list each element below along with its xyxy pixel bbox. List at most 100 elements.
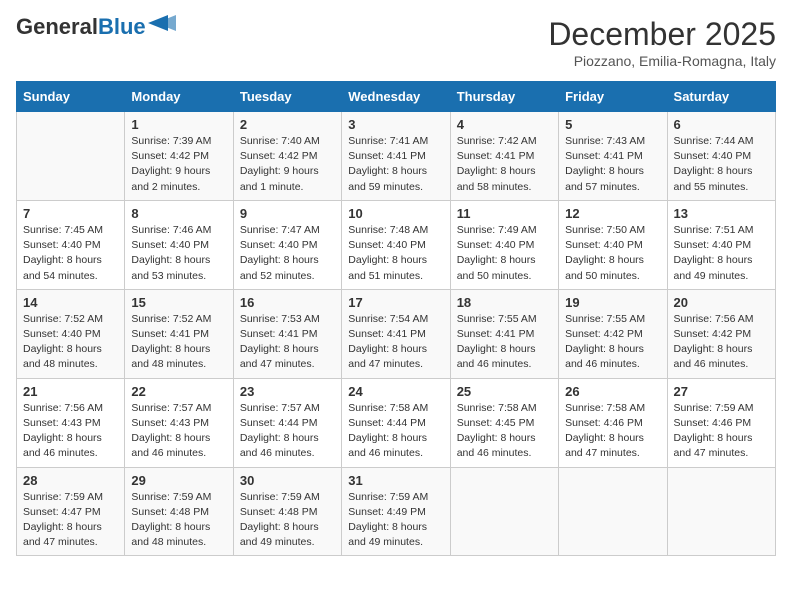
weekday-header-friday: Friday <box>559 82 667 112</box>
day-number: 10 <box>348 206 443 221</box>
calendar-cell: 20 Sunrise: 7:56 AMSunset: 4:42 PMDayligh… <box>667 289 775 378</box>
day-number: 2 <box>240 117 335 132</box>
location-subtitle: Piozzano, Emilia-Romagna, Italy <box>548 53 776 69</box>
day-info: Sunrise: 7:58 AMSunset: 4:46 PMDaylight:… <box>565 401 660 462</box>
day-number: 16 <box>240 295 335 310</box>
calendar-cell: 19 Sunrise: 7:55 AMSunset: 4:42 PMDayligh… <box>559 289 667 378</box>
weekday-header-row: SundayMondayTuesdayWednesdayThursdayFrid… <box>17 82 776 112</box>
day-number: 22 <box>131 384 226 399</box>
day-number: 19 <box>565 295 660 310</box>
day-number: 6 <box>674 117 769 132</box>
calendar-cell <box>559 467 667 556</box>
calendar-cell: 9Sunrise: 7:47 AMSunset: 4:40 PMDaylight… <box>233 200 341 289</box>
weekday-header-tuesday: Tuesday <box>233 82 341 112</box>
day-number: 15 <box>131 295 226 310</box>
day-info: Sunrise: 7:58 AMSunset: 4:45 PMDaylight:… <box>457 401 552 462</box>
calendar-cell: 27Sunrise: 7:59 AMSunset: 4:46 PMDayligh… <box>667 378 775 467</box>
day-number: 24 <box>348 384 443 399</box>
calendar-week-1: 1 Sunrise: 7:39 AMSunset: 4:42 PMDaylight… <box>17 112 776 201</box>
calendar-cell: 23Sunrise: 7:57 AMSunset: 4:44 PMDayligh… <box>233 378 341 467</box>
calendar-cell: 2 Sunrise: 7:40 AMSunset: 4:42 PMDaylight… <box>233 112 341 201</box>
calendar-cell: 25 Sunrise: 7:58 AMSunset: 4:45 PMDayligh… <box>450 378 558 467</box>
day-info: Sunrise: 7:40 AMSunset: 4:42 PMDaylight:… <box>240 134 335 195</box>
day-number: 4 <box>457 117 552 132</box>
day-number: 29 <box>131 473 226 488</box>
weekday-header-monday: Monday <box>125 82 233 112</box>
weekday-header-thursday: Thursday <box>450 82 558 112</box>
calendar-cell: 12 Sunrise: 7:50 AMSunset: 4:40 PMDayligh… <box>559 200 667 289</box>
day-info: Sunrise: 7:59 AMSunset: 4:47 PMDaylight:… <box>23 490 118 551</box>
weekday-header-saturday: Saturday <box>667 82 775 112</box>
day-info: Sunrise: 7:59 AMSunset: 4:48 PMDaylight:… <box>240 490 335 551</box>
weekday-header-wednesday: Wednesday <box>342 82 450 112</box>
day-number: 17 <box>348 295 443 310</box>
day-info: Sunrise: 7:49 AMSunset: 4:40 PMDaylight:… <box>457 223 552 284</box>
day-number: 20 <box>674 295 769 310</box>
calendar-cell: 8 Sunrise: 7:46 AMSunset: 4:40 PMDaylight… <box>125 200 233 289</box>
day-number: 25 <box>457 384 552 399</box>
day-info: Sunrise: 7:55 AMSunset: 4:41 PMDaylight:… <box>457 312 552 373</box>
calendar-week-2: 7 Sunrise: 7:45 AMSunset: 4:40 PMDaylight… <box>17 200 776 289</box>
weekday-header-sunday: Sunday <box>17 82 125 112</box>
calendar-cell: 26 Sunrise: 7:58 AMSunset: 4:46 PMDayligh… <box>559 378 667 467</box>
logo: GeneralBlue <box>16 16 176 38</box>
calendar-cell: 7 Sunrise: 7:45 AMSunset: 4:40 PMDaylight… <box>17 200 125 289</box>
day-info: Sunrise: 7:42 AMSunset: 4:41 PMDaylight:… <box>457 134 552 195</box>
calendar-header: SundayMondayTuesdayWednesdayThursdayFrid… <box>17 82 776 112</box>
calendar-cell <box>450 467 558 556</box>
logo-icon <box>148 15 176 31</box>
day-number: 11 <box>457 206 552 221</box>
day-number: 9 <box>240 206 335 221</box>
day-number: 1 <box>131 117 226 132</box>
day-number: 21 <box>23 384 118 399</box>
day-info: Sunrise: 7:55 AMSunset: 4:42 PMDaylight:… <box>565 312 660 373</box>
calendar-cell: 4 Sunrise: 7:42 AMSunset: 4:41 PMDaylight… <box>450 112 558 201</box>
calendar-cell: 6Sunrise: 7:44 AMSunset: 4:40 PMDaylight… <box>667 112 775 201</box>
day-info: Sunrise: 7:39 AMSunset: 4:42 PMDaylight:… <box>131 134 226 195</box>
day-number: 5 <box>565 117 660 132</box>
calendar-body: 1 Sunrise: 7:39 AMSunset: 4:42 PMDaylight… <box>17 112 776 556</box>
day-number: 13 <box>674 206 769 221</box>
calendar-cell: 13 Sunrise: 7:51 AMSunset: 4:40 PMDayligh… <box>667 200 775 289</box>
day-info: Sunrise: 7:50 AMSunset: 4:40 PMDaylight:… <box>565 223 660 284</box>
day-info: Sunrise: 7:56 AMSunset: 4:43 PMDaylight:… <box>23 401 118 462</box>
calendar-cell: 14Sunrise: 7:52 AMSunset: 4:40 PMDayligh… <box>17 289 125 378</box>
calendar-cell: 15 Sunrise: 7:52 AMSunset: 4:41 PMDayligh… <box>125 289 233 378</box>
day-number: 30 <box>240 473 335 488</box>
day-info: Sunrise: 7:52 AMSunset: 4:41 PMDaylight:… <box>131 312 226 373</box>
calendar-week-3: 14Sunrise: 7:52 AMSunset: 4:40 PMDayligh… <box>17 289 776 378</box>
day-info: Sunrise: 7:41 AMSunset: 4:41 PMDaylight:… <box>348 134 443 195</box>
day-number: 7 <box>23 206 118 221</box>
day-info: Sunrise: 7:56 AMSunset: 4:42 PMDaylight:… <box>674 312 769 373</box>
day-info: Sunrise: 7:57 AMSunset: 4:44 PMDaylight:… <box>240 401 335 462</box>
day-info: Sunrise: 7:54 AMSunset: 4:41 PMDaylight:… <box>348 312 443 373</box>
day-number: 27 <box>674 384 769 399</box>
calendar-cell: 16 Sunrise: 7:53 AMSunset: 4:41 PMDayligh… <box>233 289 341 378</box>
day-number: 28 <box>23 473 118 488</box>
calendar-cell: 29 Sunrise: 7:59 AMSunset: 4:48 PMDayligh… <box>125 467 233 556</box>
day-info: Sunrise: 7:53 AMSunset: 4:41 PMDaylight:… <box>240 312 335 373</box>
calendar-cell: 11 Sunrise: 7:49 AMSunset: 4:40 PMDayligh… <box>450 200 558 289</box>
day-number: 3 <box>348 117 443 132</box>
day-info: Sunrise: 7:48 AMSunset: 4:40 PMDaylight:… <box>348 223 443 284</box>
calendar-table: SundayMondayTuesdayWednesdayThursdayFrid… <box>16 81 776 556</box>
day-info: Sunrise: 7:58 AMSunset: 4:44 PMDaylight:… <box>348 401 443 462</box>
day-info: Sunrise: 7:57 AMSunset: 4:43 PMDaylight:… <box>131 401 226 462</box>
day-info: Sunrise: 7:43 AMSunset: 4:41 PMDaylight:… <box>565 134 660 195</box>
calendar-cell: 3 Sunrise: 7:41 AMSunset: 4:41 PMDaylight… <box>342 112 450 201</box>
calendar-cell: 21 Sunrise: 7:56 AMSunset: 4:43 PMDayligh… <box>17 378 125 467</box>
day-number: 26 <box>565 384 660 399</box>
calendar-cell: 1 Sunrise: 7:39 AMSunset: 4:42 PMDaylight… <box>125 112 233 201</box>
day-info: Sunrise: 7:59 AMSunset: 4:48 PMDaylight:… <box>131 490 226 551</box>
logo-text: GeneralBlue <box>16 16 146 38</box>
day-info: Sunrise: 7:45 AMSunset: 4:40 PMDaylight:… <box>23 223 118 284</box>
day-number: 18 <box>457 295 552 310</box>
calendar-cell <box>667 467 775 556</box>
page-header: GeneralBlue December 2025 Piozzano, Emil… <box>16 16 776 69</box>
day-info: Sunrise: 7:46 AMSunset: 4:40 PMDaylight:… <box>131 223 226 284</box>
title-area: December 2025 Piozzano, Emilia-Romagna, … <box>548 16 776 69</box>
day-number: 31 <box>348 473 443 488</box>
day-number: 12 <box>565 206 660 221</box>
day-number: 8 <box>131 206 226 221</box>
day-info: Sunrise: 7:51 AMSunset: 4:40 PMDaylight:… <box>674 223 769 284</box>
